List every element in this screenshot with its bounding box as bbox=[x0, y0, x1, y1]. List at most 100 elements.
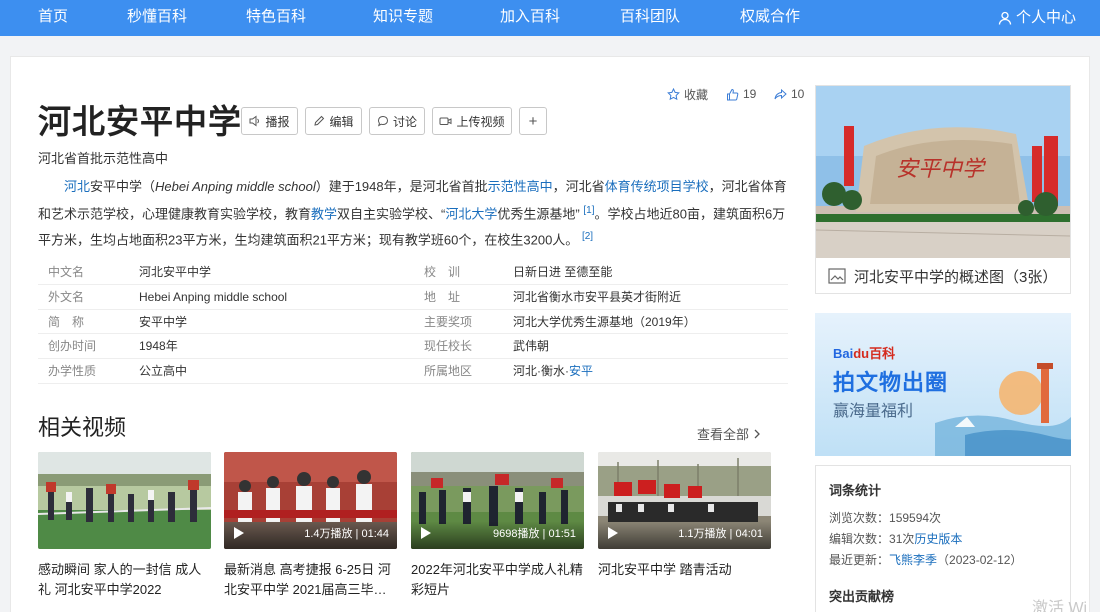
info-key: 外文名 bbox=[48, 289, 85, 304]
video-thumbnail-1[interactable] bbox=[38, 452, 211, 549]
play-icon bbox=[421, 527, 431, 539]
video-thumbnail-4[interactable]: 1.1万播放 | 04:01 bbox=[598, 452, 771, 549]
updated-date: （2023-02-12） bbox=[937, 553, 1023, 567]
edits-label: 编辑次数： bbox=[829, 532, 890, 546]
discuss-label: 讨论 bbox=[392, 114, 417, 129]
link-hebei-university[interactable]: 河北大学 bbox=[445, 206, 497, 221]
collect-label: 收藏 bbox=[684, 87, 709, 102]
video-camera-icon bbox=[439, 117, 452, 125]
nav-miaodong[interactable]: 秒懂百科 bbox=[127, 0, 187, 36]
info-value: 武伟朝 bbox=[513, 339, 550, 354]
star-icon bbox=[667, 87, 680, 100]
overview-album[interactable]: 安平中学 河北安平中学的概述图（3张） bbox=[815, 85, 1071, 294]
discuss-button[interactable]: 讨论 bbox=[369, 107, 425, 135]
plus-icon: + bbox=[528, 112, 538, 130]
image-gallery-icon bbox=[828, 268, 846, 284]
user-center-link[interactable]: 个人中心 bbox=[998, 0, 1076, 36]
edit-button[interactable]: 编辑 bbox=[305, 107, 362, 135]
video-thumbnail-3[interactable]: 9698播放 | 01:51 bbox=[411, 452, 584, 549]
logo-part: Bai bbox=[833, 346, 854, 361]
video-thumbnail-image bbox=[38, 452, 211, 549]
history-versions-link[interactable]: 历史版本 bbox=[914, 532, 962, 546]
info-value: 河北大学优秀生源基地（2019年） bbox=[513, 314, 696, 329]
video-caption-4[interactable]: 河北安平中学 踏青活动 bbox=[598, 560, 773, 580]
info-value: 河北省衡水市安平县英才街附近 bbox=[513, 289, 682, 304]
nav-join[interactable]: 加入百科 bbox=[500, 0, 560, 36]
summary-text: ，河北省 bbox=[552, 179, 605, 194]
nav-home[interactable]: 首页 bbox=[38, 0, 68, 36]
promo-banner[interactable]: Baidu百科 拍文物出圈 赢海量福利 bbox=[815, 313, 1071, 456]
logo-part: du bbox=[853, 346, 870, 361]
nav-topics[interactable]: 知识专题 bbox=[373, 0, 433, 36]
like-button[interactable]: 19 bbox=[726, 86, 756, 102]
reference-1[interactable]: [1] bbox=[583, 205, 594, 216]
school-sign-text: 安平中学 bbox=[896, 157, 987, 182]
info-key: 主要奖项 bbox=[424, 314, 473, 329]
info-value: 河北安平中学 bbox=[139, 265, 212, 279]
info-row: 外文名 Hebei Anping middle school 地 址 河北省衡水… bbox=[38, 285, 788, 310]
info-key: 办学性质 bbox=[48, 364, 97, 379]
voice-button[interactable]: 播报 bbox=[241, 107, 298, 135]
link-sports-school[interactable]: 体育传统项目学校 bbox=[605, 179, 709, 194]
info-row: 创办时间 1948年 现任校长 武伟朝 bbox=[38, 334, 788, 360]
reference-2[interactable]: [2] bbox=[582, 231, 593, 242]
upload-video-button[interactable]: 上传视频 bbox=[432, 107, 512, 135]
summary-text: 双自主实验学校、“ bbox=[337, 205, 446, 221]
play-icon bbox=[608, 527, 618, 539]
nav-featured[interactable]: 特色百科 bbox=[246, 0, 306, 36]
views-value: 159594次 bbox=[889, 511, 942, 525]
info-key: 所属地区 bbox=[424, 364, 473, 379]
region-prefix: 河北·衡水· bbox=[513, 364, 569, 379]
album-caption[interactable]: 河北安平中学的概述图（3张） bbox=[816, 258, 1070, 294]
video-thumbnail-2[interactable]: 1.4万播放 | 01:44 bbox=[224, 452, 397, 549]
video-meta: 1.1万播放 | 04:01 bbox=[678, 528, 763, 540]
banner-headline: 拍文物出圈 bbox=[833, 370, 949, 395]
thumbs-up-icon bbox=[727, 88, 739, 100]
summary-text: 优秀生源基地” bbox=[497, 205, 580, 221]
info-key: 校 训 bbox=[424, 265, 461, 279]
share-count: 10 bbox=[791, 87, 805, 101]
edit-label: 编辑 bbox=[329, 114, 354, 129]
user-center-label: 个人中心 bbox=[1015, 9, 1076, 26]
stats-title: 词条统计 bbox=[829, 483, 882, 498]
info-value: 安平中学 bbox=[139, 314, 188, 329]
see-all-videos-link[interactable]: 查看全部 bbox=[697, 424, 761, 443]
edits-value: 31次 bbox=[889, 532, 915, 546]
album-caption-text: 河北安平中学的概述图（3张） bbox=[854, 268, 1058, 286]
link-model-high-school[interactable]: 示范性高中 bbox=[488, 179, 553, 194]
entry-summary: 河北安平中学（Hebei Anping middle school）建于1948… bbox=[38, 175, 788, 252]
summary-english-name: Hebei Anping middle school bbox=[155, 179, 316, 194]
info-row: 简 称 安平中学 主要奖项 河北大学优秀生源基地（2019年） bbox=[38, 310, 788, 335]
add-button[interactable]: + bbox=[519, 107, 547, 135]
stats-edits: 编辑次数：31次历史版本 bbox=[829, 530, 962, 547]
info-key: 创办时间 bbox=[48, 339, 97, 354]
video-caption-1[interactable]: 感动瞬间 家人的一封信 成人礼 河北安平中学2022 bbox=[38, 560, 213, 600]
pencil-icon bbox=[314, 115, 325, 126]
video-caption-2[interactable]: 最新消息 高考捷报 6-25日 河北安平中学 2021届高三毕… bbox=[224, 560, 399, 600]
logo-part: 百科 bbox=[869, 346, 896, 361]
summary-text: ）建于1948年，是河北省首批 bbox=[315, 179, 488, 194]
video-caption-3[interactable]: 2022年河北安平中学成人礼精彩短片 bbox=[411, 560, 586, 600]
link-anping[interactable]: 安平 bbox=[569, 364, 593, 378]
share-button[interactable]: 10 bbox=[774, 86, 804, 102]
nav-team[interactable]: 百科团队 bbox=[620, 0, 680, 36]
speaker-icon bbox=[249, 115, 260, 127]
basic-info-table: 中文名 河北安平中学 校 训 日新日进 至德至能 外文名 Hebei Anpin… bbox=[38, 260, 788, 384]
link-teaching[interactable]: 教学 bbox=[311, 206, 337, 221]
entry-stats-panel: 词条统计 浏览次数：159594次 编辑次数：31次历史版本 最近更新：飞熊李季… bbox=[815, 465, 1071, 612]
video-meta: 9698播放 | 01:51 bbox=[493, 528, 576, 540]
like-count: 19 bbox=[743, 87, 757, 101]
summary-text: 安平中学（ bbox=[90, 179, 156, 194]
info-key: 地 址 bbox=[424, 289, 461, 304]
updated-by-link[interactable]: 飞熊李季 bbox=[889, 553, 937, 567]
banner-subline: 赢海量福利 bbox=[833, 403, 914, 420]
share-arrow-icon bbox=[774, 88, 787, 99]
school-gate-photo: 安平中学 bbox=[816, 86, 1070, 258]
info-row: 办学性质 公立高中 所属地区 河北·衡水·安平 bbox=[38, 359, 788, 384]
info-key: 中文名 bbox=[48, 265, 85, 279]
collect-button[interactable]: 收藏 bbox=[667, 86, 708, 102]
info-row: 中文名 河北安平中学 校 训 日新日进 至德至能 bbox=[38, 260, 788, 285]
nav-authority[interactable]: 权威合作 bbox=[740, 0, 800, 36]
link-hebei[interactable]: 河北 bbox=[64, 179, 90, 194]
voice-label: 播报 bbox=[265, 114, 290, 129]
